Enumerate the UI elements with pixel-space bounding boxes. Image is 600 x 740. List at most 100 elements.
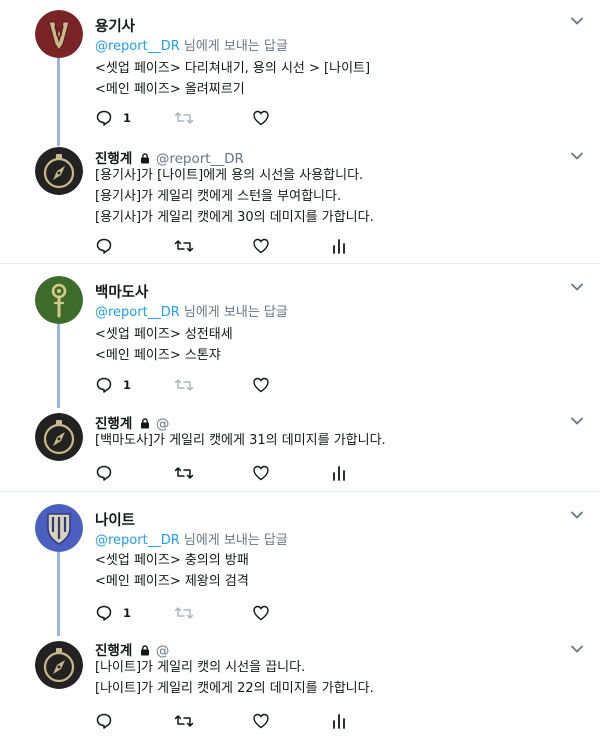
reply-to: @report__DR 님에게 보내는 답글: [95, 529, 288, 548]
reply-mention[interactable]: @report__DR: [95, 39, 180, 54]
reply-icon: [96, 110, 112, 126]
like-button[interactable]: [252, 711, 270, 731]
chevron-down-icon[interactable]: [570, 414, 584, 428]
reply-button[interactable]: [95, 236, 113, 256]
reply-to: @report__DR 님에게 보내는 답글: [95, 301, 288, 320]
reply-mention[interactable]: @report__DR: [95, 305, 180, 320]
retweet-button[interactable]: [174, 711, 194, 731]
analytics-button[interactable]: [331, 236, 347, 256]
action-bar: [95, 463, 355, 483]
like-button[interactable]: [252, 108, 270, 128]
chevron-down-icon[interactable]: [570, 508, 584, 522]
text-line: [나이트]가 게일리 캣에게 22의 데미지를 가합니다.: [95, 681, 374, 696]
retweet-button[interactable]: [174, 463, 194, 483]
heart-icon: [253, 110, 269, 126]
tweet-text: <셋업 페이즈> 다리쳐내기, 용의 시선 > [나이트] <메인 페이즈> 올…: [95, 58, 370, 100]
action-bar: 1: [95, 603, 295, 623]
retweet-button[interactable]: [174, 603, 194, 623]
reply-label: 님에게 보내는 답글: [179, 533, 288, 548]
chevron-down-icon[interactable]: [570, 149, 584, 163]
text-line: [나이트]가 게일리 캣의 시선을 끕니다.: [95, 660, 306, 675]
text-line: <메인 페이즈> 올려찌르기: [95, 82, 245, 97]
retweet-icon: [174, 112, 194, 124]
tweet-text: <셋업 페이즈> 성전태세 <메인 페이즈> 스톤쟈: [95, 324, 233, 366]
tweet-reply[interactable]: 진행계 @ [나이트]가 게일리 캣의 시선을 끕니다. [나이트]가 게일리 …: [0, 625, 600, 740]
heart-icon: [253, 713, 269, 729]
tweet-reply[interactable]: 진행계 @report__DR [용기사]가 [나이트]에게 용의 시선을 사용…: [0, 135, 600, 262]
heart-icon: [253, 465, 269, 481]
heart-icon: [253, 238, 269, 254]
tweet-dragoon[interactable]: 용기사 @report__DR 님에게 보내는 답글 <셋업 페이즈> 다리쳐내…: [0, 0, 600, 135]
reply-button[interactable]: 1: [95, 603, 131, 623]
reply-button[interactable]: [95, 463, 113, 483]
like-button[interactable]: [252, 236, 270, 256]
chevron-down-icon[interactable]: [570, 642, 584, 656]
text-line: [백마도사]가 게일리 캣에게 31의 데미지를 가합니다.: [95, 433, 386, 448]
reply-button[interactable]: [95, 711, 113, 731]
reply-label: 님에게 보내는 답글: [179, 39, 288, 54]
reply-count: 1: [123, 378, 132, 392]
heart-icon: [253, 377, 269, 393]
retweet-icon: [174, 715, 194, 727]
avatar[interactable]: [35, 413, 83, 461]
like-button[interactable]: [252, 463, 270, 483]
lock-icon: [140, 418, 149, 429]
reply-mention[interactable]: @report__DR: [95, 533, 180, 548]
chevron-down-icon[interactable]: [570, 280, 584, 294]
chevron-down-icon[interactable]: [570, 14, 584, 28]
author-row: 진행계 @: [95, 639, 169, 659]
author-row: 진행계 @report__DR: [95, 147, 244, 167]
like-button[interactable]: [252, 375, 270, 395]
retweet-icon: [174, 607, 194, 619]
author-row: 진행계 @: [95, 412, 169, 432]
retweet-icon: [174, 379, 194, 391]
tweet-paladin[interactable]: 나이트 @report__DR 님에게 보내는 답글 <셋업 페이즈> 충의의 …: [0, 492, 600, 625]
reply-icon: [96, 465, 112, 481]
action-bar: 1: [95, 108, 295, 128]
reply-icon: [96, 238, 112, 254]
thread-2: 백마도사 @report__DR 님에게 보내는 답글 <셋업 페이즈> 성전태…: [0, 264, 600, 490]
retweet-button[interactable]: [174, 108, 194, 128]
text-line: <셋업 페이즈> 충의의 방패: [95, 553, 249, 568]
compass-icon: [35, 147, 83, 195]
tweet-text: [백마도사]가 게일리 캣에게 31의 데미지를 가합니다.: [95, 430, 386, 451]
text-line: <메인 페이즈> 스톤쟈: [95, 348, 221, 363]
analytics-button[interactable]: [331, 711, 347, 731]
tweet-text: <셋업 페이즈> 충의의 방패 <메인 페이즈> 제왕의 검격: [95, 550, 249, 592]
retweet-icon: [174, 240, 194, 252]
dragoon-icon: [35, 10, 83, 58]
like-button[interactable]: [252, 603, 270, 623]
reply-to: @report__DR 님에게 보내는 답글: [95, 35, 288, 54]
author-name[interactable]: 나이트: [95, 513, 135, 529]
action-bar: [95, 711, 355, 731]
retweet-icon: [174, 467, 194, 479]
avatar[interactable]: [35, 10, 83, 58]
tweet-text: [용기사]가 [나이트]에게 용의 시선을 사용합니다. [용기사]가 게일리 …: [95, 165, 374, 228]
avatar[interactable]: [35, 276, 83, 324]
reply-button[interactable]: 1: [95, 108, 131, 128]
retweet-button[interactable]: [174, 236, 194, 256]
action-bar: 1: [95, 375, 295, 395]
analytics-button[interactable]: [331, 463, 347, 483]
compass-icon: [35, 413, 83, 461]
author-name[interactable]: 용기사: [95, 19, 135, 35]
paladin-icon: [35, 504, 83, 552]
author-row: 나이트: [95, 509, 135, 530]
author-name[interactable]: 백마도사: [95, 285, 148, 301]
text-line: <메인 페이즈> 제왕의 검격: [95, 574, 249, 589]
tweet-white-mage[interactable]: 백마도사 @report__DR 님에게 보내는 답글 <셋업 페이즈> 성전태…: [0, 264, 600, 397]
avatar[interactable]: [35, 641, 83, 689]
avatar[interactable]: [35, 504, 83, 552]
tweet-reply[interactable]: 진행계 @ [백마도사]가 게일리 캣에게 31의 데미지를 가합니다.: [0, 397, 600, 490]
text-line: [용기사]가 [나이트]에게 용의 시선을 사용합니다.: [95, 168, 364, 183]
avatar[interactable]: [35, 147, 83, 195]
text-line: <셋업 페이즈> 성전태세: [95, 327, 233, 342]
heart-icon: [253, 605, 269, 621]
thread-3: 나이트 @report__DR 님에게 보내는 답글 <셋업 페이즈> 충의의 …: [0, 492, 600, 740]
reply-icon: [96, 713, 112, 729]
compass-icon: [35, 641, 83, 689]
retweet-button[interactable]: [174, 375, 194, 395]
text-line: [용기사]가 게일리 캣에게 30의 데미지를 가합니다.: [95, 210, 374, 225]
reply-button[interactable]: 1: [95, 375, 131, 395]
action-bar: [95, 236, 355, 256]
